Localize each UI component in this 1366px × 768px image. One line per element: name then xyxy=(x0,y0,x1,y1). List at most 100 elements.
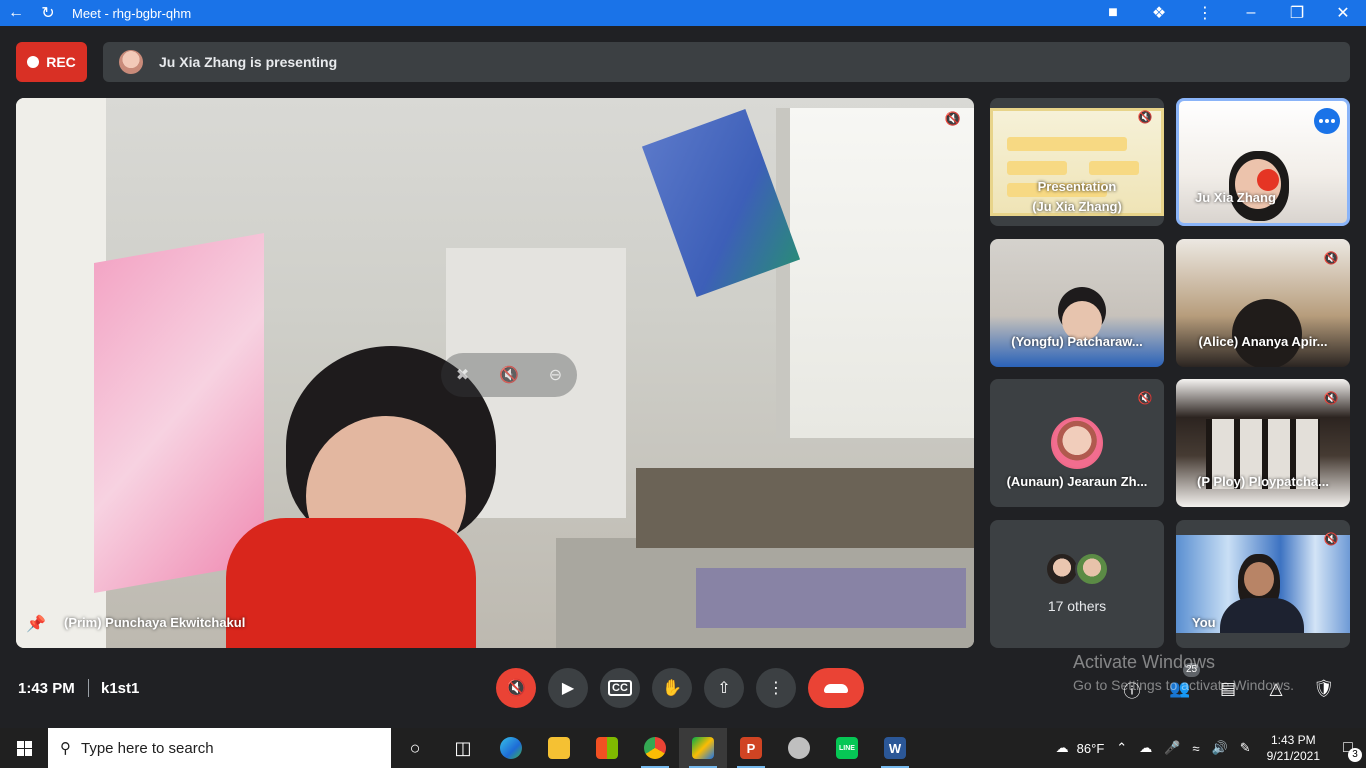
store-icon[interactable] xyxy=(583,728,631,768)
notifications-icon[interactable]: □ 3 xyxy=(1330,728,1366,768)
tile-aunaun[interactable]: 🔇 (Aunaun) Jearaun Zh... xyxy=(990,379,1164,507)
tile-label: (Alice) Ananya Apir... xyxy=(1198,334,1328,349)
presenting-banner: Ju Xia Zhang is presenting xyxy=(103,42,1350,82)
video-mat xyxy=(696,568,966,628)
mic-off-icon: 🔇 xyxy=(1323,391,1339,405)
record-dot-icon xyxy=(27,56,40,68)
video-wall xyxy=(16,98,106,648)
rec-label: REC xyxy=(46,54,76,70)
minimize-icon[interactable]: – xyxy=(1228,0,1274,26)
raise-hand-button[interactable]: ✋ xyxy=(652,668,692,708)
participant-avatar xyxy=(1051,417,1103,469)
others-count: 17 others xyxy=(1047,598,1107,614)
tile-ju-xia-zhang[interactable]: Ju Xia Zhang xyxy=(1176,98,1350,226)
mic-off-icon: 🔇 xyxy=(1323,532,1339,546)
taskbar-search-box[interactable]: ⚲ Type here to search xyxy=(48,728,391,768)
tile-alice[interactable]: 🔇 (Alice) Ananya Apir... xyxy=(1176,239,1350,367)
more-vert-icon[interactable]: ⋮ xyxy=(1182,0,1228,26)
chrome-icon[interactable] xyxy=(631,728,679,768)
mic-off-icon: 🔇 xyxy=(944,111,962,126)
wifi-icon[interactable]: ≈ xyxy=(1186,728,1205,768)
cloud-icon: ☁ xyxy=(1055,740,1069,755)
tile-label: (Yongfu) Patcharaw... xyxy=(1011,334,1143,349)
cortana-icon[interactable]: ○ xyxy=(391,728,439,768)
chevron-up-icon[interactable]: ⌃ xyxy=(1110,728,1133,768)
more-vert-icon: ⋮ xyxy=(768,680,784,697)
media-player-icon[interactable] xyxy=(775,728,823,768)
tile-p-ploy[interactable]: 🔇 (P Ploy) Ploypatcha... xyxy=(1176,379,1350,507)
slide-line xyxy=(1089,161,1139,175)
more-options-button[interactable]: ⋮ xyxy=(756,668,796,708)
mic-off-icon: 🔇 xyxy=(1137,110,1153,124)
recording-badge[interactable]: REC xyxy=(16,42,87,82)
start-button[interactable] xyxy=(0,728,48,768)
weather-widget[interactable]: ☁ 86°F xyxy=(1050,728,1111,768)
pin-off-icon[interactable]: ✖ xyxy=(456,365,469,385)
task-view-icon[interactable]: ◫ xyxy=(439,728,487,768)
line-logo: LINE xyxy=(836,737,858,759)
tile-yongfu[interactable]: (Yongfu) Patcharaw... xyxy=(990,239,1164,367)
volume-icon[interactable]: 🔊 xyxy=(1206,728,1234,768)
camera-toggle-button[interactable]: ▶ xyxy=(548,668,588,708)
microphone-icon[interactable]: 🎤 xyxy=(1158,728,1186,768)
meet-app-icon[interactable] xyxy=(679,728,727,768)
present-screen-button[interactable]: ⇧ xyxy=(704,668,744,708)
participant-face xyxy=(1244,562,1274,596)
captions-button[interactable]: CC xyxy=(600,668,640,708)
camera-icon[interactable]: ■ xyxy=(1090,0,1136,26)
tile-label: Ju Xia Zhang xyxy=(1195,190,1276,205)
mic-off-icon: 🔇 xyxy=(506,680,526,697)
video-window xyxy=(776,108,974,438)
back-arrow-icon[interactable]: ← xyxy=(0,0,32,26)
divider xyxy=(88,679,89,697)
video-poster xyxy=(94,233,264,593)
search-placeholder: Type here to search xyxy=(81,739,214,757)
weather-temp: 86°F xyxy=(1076,740,1105,756)
pin-icon[interactable]: 📌 xyxy=(26,614,46,634)
mute-icon[interactable]: 🔇 xyxy=(499,365,519,385)
remove-icon[interactable]: ⊖ xyxy=(549,365,562,385)
end-call-button[interactable] xyxy=(808,668,864,708)
tile-others[interactable]: 17 others xyxy=(990,520,1164,648)
tile-label: (P Ploy) Ploypatcha... xyxy=(1197,474,1329,489)
restore-icon[interactable]: ❐ xyxy=(1274,0,1320,26)
word-icon[interactable]: W xyxy=(871,728,919,768)
host-controls-icon[interactable]: 🛡 xyxy=(1311,676,1337,702)
line-app-icon[interactable]: LINE xyxy=(823,728,871,768)
edge-icon[interactable] xyxy=(487,728,535,768)
system-tray: ☁ 86°F ⌃ ☁ 🎤 ≈ 🔊 ✎ 1:43 PM 9/21/2021 □ 3 xyxy=(1050,728,1366,768)
onedrive-icon[interactable]: ☁ xyxy=(1133,728,1158,768)
pen-icon[interactable]: ✎ xyxy=(1234,728,1257,768)
taskbar-clock[interactable]: 1:43 PM 9/21/2021 xyxy=(1257,732,1330,764)
file-explorer-icon[interactable] xyxy=(535,728,583,768)
tile-label-line2: (Ju Xia Zhang) xyxy=(1032,199,1122,214)
notification-count: 3 xyxy=(1348,748,1362,762)
meet-logo xyxy=(692,737,714,759)
speaking-indicator-icon xyxy=(1314,108,1340,134)
present-screen-icon: ⇧ xyxy=(717,680,731,697)
reload-icon[interactable]: ↻ xyxy=(32,0,64,26)
tile-presentation[interactable]: 🔇 Presentation (Ju Xia Zhang) xyxy=(990,98,1164,226)
participant-dress xyxy=(226,518,476,648)
word-logo: W xyxy=(884,737,906,759)
captions-icon: CC xyxy=(608,680,632,696)
close-icon[interactable]: ✕ xyxy=(1320,0,1366,26)
extension-puzzle-icon[interactable]: ❖ xyxy=(1136,0,1182,26)
flower-decoration xyxy=(1257,169,1279,191)
powerpoint-icon[interactable]: P xyxy=(727,728,775,768)
presenting-text: Ju Xia Zhang is presenting xyxy=(159,54,338,70)
taskbar-date: 9/21/2021 xyxy=(1266,749,1320,763)
activate-windows-title: Activate Windows xyxy=(1073,652,1216,672)
window-title: Meet - rhg-bgbr-qhm xyxy=(72,5,192,21)
store-logo xyxy=(596,737,618,759)
browser-titlebar: ← ↻ Meet - rhg-bgbr-qhm ■ ❖ ⋮ – ❐ ✕ xyxy=(0,0,1366,26)
powerpoint-logo: P xyxy=(740,737,762,759)
tile-hover-controls: ✖ 🔇 ⊖ xyxy=(441,353,577,397)
windows-logo-icon xyxy=(16,740,32,756)
microphone-toggle-button[interactable]: 🔇 xyxy=(496,668,536,708)
tile-you[interactable]: 🔇 You xyxy=(1176,520,1350,648)
tile-label: You xyxy=(1192,615,1216,630)
slide-line xyxy=(1007,137,1127,151)
main-video-tile[interactable]: 🔇 ✖ 🔇 ⊖ 📌 (Prim) Punchaya Ekwitchakul xyxy=(16,98,974,648)
others-avatar xyxy=(1045,552,1079,586)
